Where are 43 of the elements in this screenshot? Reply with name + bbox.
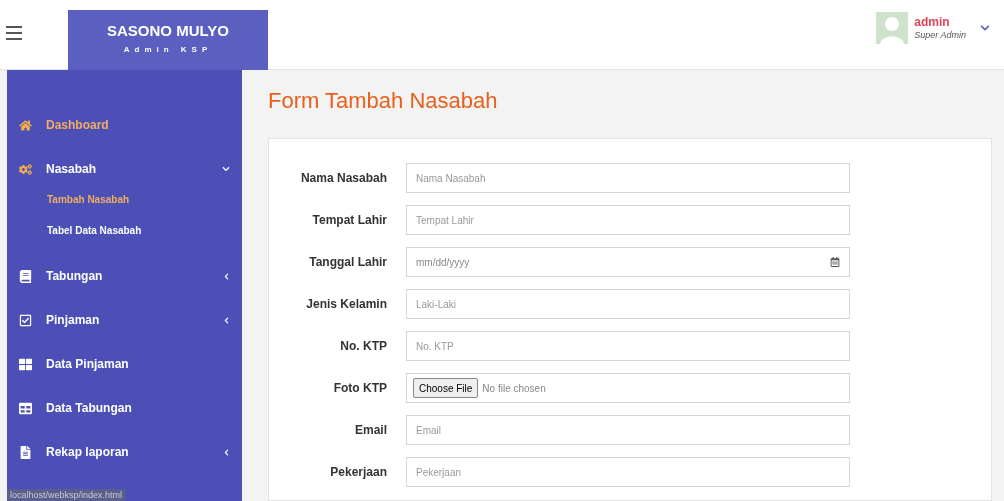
status-url: localhost/webksp/index.html bbox=[7, 489, 126, 501]
field-label: Jenis Kelamin bbox=[305, 296, 387, 313]
sidebar-item[interactable]: Dashboard bbox=[7, 114, 242, 136]
file-field[interactable]: Choose File No file chosen bbox=[406, 373, 850, 403]
sidebar-item[interactable]: Data Pinjaman bbox=[7, 353, 242, 375]
input-field[interactable]: Email bbox=[406, 415, 850, 445]
grid-icon bbox=[19, 357, 32, 371]
field-label: Pekerjaan bbox=[329, 464, 387, 481]
submenu-item[interactable]: Tabel Data Nasabah bbox=[7, 220, 242, 241]
field-label: Email bbox=[354, 422, 387, 439]
checkbox-icon bbox=[19, 313, 32, 327]
dropdown-caret-icon[interactable] bbox=[980, 23, 990, 33]
sidebar-item[interactable]: Data Tabungan bbox=[7, 397, 242, 419]
file-status: No file chosen bbox=[482, 381, 546, 396]
gears-icon bbox=[19, 162, 32, 176]
date-field[interactable]: mm/dd/yyyy bbox=[406, 247, 850, 277]
input-field[interactable]: Tempat Lahir bbox=[406, 205, 850, 235]
table-icon bbox=[19, 401, 32, 415]
book-icon bbox=[19, 269, 32, 283]
input-field[interactable]: Laki-Laki bbox=[406, 289, 850, 319]
input-field[interactable]: Nama Nasabah bbox=[406, 163, 850, 193]
page-title: Form Tambah Nasabah bbox=[268, 87, 499, 115]
field-label: Foto KTP bbox=[332, 380, 387, 397]
brand-title: SASONO MULYO bbox=[107, 23, 229, 38]
submenu-item[interactable]: Tambah Nasabah bbox=[7, 189, 242, 210]
sidebar-item[interactable]: Tabungan bbox=[7, 265, 242, 287]
brand-subtitle: Admin KSP bbox=[123, 44, 213, 56]
home-icon bbox=[19, 118, 32, 132]
calendar-icon[interactable] bbox=[830, 257, 840, 267]
document-icon bbox=[19, 445, 32, 459]
field-label: Tanggal Lahir bbox=[308, 254, 387, 271]
sidebar-item[interactable]: Nasabah bbox=[7, 158, 242, 180]
avatar-icon bbox=[876, 12, 909, 44]
field-label: No. KTP bbox=[339, 338, 387, 355]
field-label: Nama Nasabah bbox=[299, 170, 387, 187]
input-field[interactable]: Pekerjaan bbox=[406, 457, 850, 487]
sidebar-item[interactable]: Pinjaman bbox=[7, 309, 242, 331]
user-role: Super Admin bbox=[914, 29, 966, 42]
input-field[interactable]: No. KTP bbox=[406, 331, 850, 361]
sidebar-item[interactable]: Rekap laporan bbox=[7, 441, 242, 463]
user-name: admin bbox=[914, 14, 951, 30]
field-label: Tempat Lahir bbox=[311, 212, 387, 229]
choose-file-button[interactable]: Choose File bbox=[413, 378, 479, 398]
